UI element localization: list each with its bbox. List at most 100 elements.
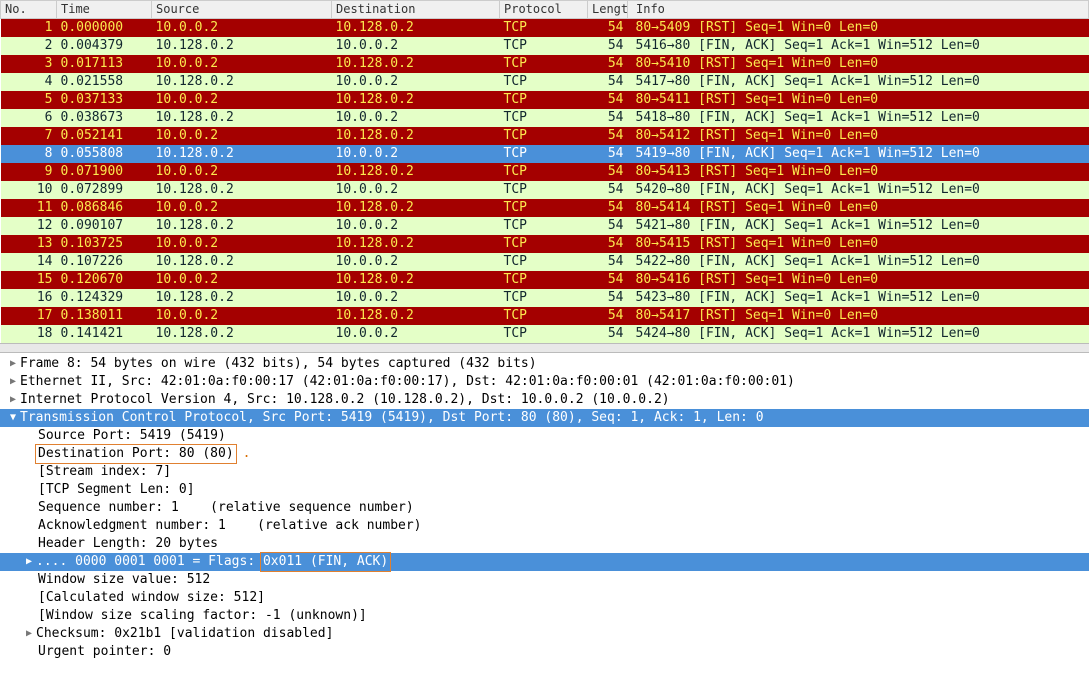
cell-no: 4	[1, 73, 57, 91]
cell-proto: TCP	[500, 73, 588, 91]
packet-row[interactable]: 110.08684610.0.0.210.128.0.2TCP5480→5414…	[1, 199, 1089, 217]
col-len[interactable]: Length	[588, 1, 628, 19]
packet-row[interactable]: 180.14142110.128.0.210.0.0.2TCP545424→80…	[1, 325, 1089, 343]
cell-src: 10.0.0.2	[152, 307, 332, 325]
tree-flags[interactable]: ▶.... 0000 0001 0001 = Flags: 0x011 (FIN…	[0, 553, 1089, 571]
collapse-icon[interactable]: ▼	[6, 411, 20, 425]
cell-proto: TCP	[500, 55, 588, 73]
expand-icon[interactable]: ▶	[6, 393, 20, 407]
col-info[interactable]: Info	[628, 1, 1089, 19]
packet-row[interactable]: 160.12432910.128.0.210.0.0.2TCP545423→80…	[1, 289, 1089, 307]
expand-icon[interactable]: ▶	[6, 357, 20, 371]
packet-row[interactable]: 140.10722610.128.0.210.0.0.2TCP545422→80…	[1, 253, 1089, 271]
col-proto[interactable]: Protocol	[500, 1, 588, 19]
tree-hdr-len[interactable]: Header Length: 20 bytes	[0, 535, 1089, 553]
cell-dst: 10.128.0.2	[332, 163, 500, 181]
expand-icon[interactable]: ▶	[6, 375, 20, 389]
tree-tcp-header[interactable]: ▼Transmission Control Protocol, Src Port…	[0, 409, 1089, 427]
tree-ethernet[interactable]: ▶Ethernet II, Src: 42:01:0a:f0:00:17 (42…	[0, 373, 1089, 391]
pane-divider[interactable]	[0, 343, 1089, 353]
cell-no: 3	[1, 55, 57, 73]
col-no[interactable]: No.	[1, 1, 57, 19]
packet-row[interactable]: 120.09010710.128.0.210.0.0.2TCP545421→80…	[1, 217, 1089, 235]
packet-row[interactable]: 130.10372510.0.0.210.128.0.2TCP5480→5415…	[1, 235, 1089, 253]
packet-row[interactable]: 100.07289910.128.0.210.0.0.2TCP545420→80…	[1, 181, 1089, 199]
tree-src-port[interactable]: Source Port: 5419 (5419)	[0, 427, 1089, 445]
tree-ack[interactable]: Acknowledgment number: 1 (relative ack n…	[0, 517, 1089, 535]
packet-details-tree[interactable]: ▶Frame 8: 54 bytes on wire (432 bits), 5…	[0, 353, 1089, 667]
cell-no: 13	[1, 235, 57, 253]
cell-time: 0.038673	[57, 109, 152, 127]
cell-no: 2	[1, 37, 57, 55]
cell-info: 5424→80 [FIN, ACK] Seq=1 Ack=1 Win=512 L…	[628, 325, 1089, 343]
packet-row[interactable]: 150.12067010.0.0.210.128.0.2TCP5480→5416…	[1, 271, 1089, 289]
cell-time: 0.072899	[57, 181, 152, 199]
packet-row[interactable]: 90.07190010.0.0.210.128.0.2TCP5480→5413 …	[1, 163, 1089, 181]
tree-win-size[interactable]: Window size value: 512	[0, 571, 1089, 589]
cell-proto: TCP	[500, 289, 588, 307]
cell-info: 80→5417 [RST] Seq=1 Win=0 Len=0	[628, 307, 1089, 325]
expand-icon[interactable]: ▶	[22, 627, 36, 641]
cell-time: 0.000000	[57, 19, 152, 37]
col-dst[interactable]: Destination	[332, 1, 500, 19]
tree-seq[interactable]: Sequence number: 1 (relative sequence nu…	[0, 499, 1089, 517]
packet-row[interactable]: 70.05214110.0.0.210.128.0.2TCP5480→5412 …	[1, 127, 1089, 145]
cell-info: 5418→80 [FIN, ACK] Seq=1 Ack=1 Win=512 L…	[628, 109, 1089, 127]
expand-icon[interactable]: ▶	[22, 555, 36, 569]
cell-time: 0.141421	[57, 325, 152, 343]
cell-len: 54	[588, 109, 628, 127]
cell-time: 0.124329	[57, 289, 152, 307]
col-src[interactable]: Source	[152, 1, 332, 19]
packet-row[interactable]: 80.05580810.128.0.210.0.0.2TCP545419→80 …	[1, 145, 1089, 163]
cell-time: 0.120670	[57, 271, 152, 289]
packet-row[interactable]: 50.03713310.0.0.210.128.0.2TCP5480→5411 …	[1, 91, 1089, 109]
cell-len: 54	[588, 91, 628, 109]
cell-no: 9	[1, 163, 57, 181]
packet-list-body[interactable]: 10.00000010.0.0.210.128.0.2TCP5480→5409 …	[1, 19, 1089, 343]
tree-win-scale[interactable]: [Window size scaling factor: -1 (unknown…	[0, 607, 1089, 625]
cell-time: 0.107226	[57, 253, 152, 271]
cell-time: 0.021558	[57, 73, 152, 91]
cell-info: 80→5411 [RST] Seq=1 Win=0 Len=0	[628, 91, 1089, 109]
cell-time: 0.103725	[57, 235, 152, 253]
packet-row[interactable]: 40.02155810.128.0.210.0.0.2TCP545417→80 …	[1, 73, 1089, 91]
cell-src: 10.128.0.2	[152, 253, 332, 271]
cell-dst: 10.0.0.2	[332, 73, 500, 91]
packet-row[interactable]: 20.00437910.128.0.210.0.0.2TCP545416→80 …	[1, 37, 1089, 55]
cell-src: 10.128.0.2	[152, 73, 332, 91]
packet-list-header[interactable]: No. Time Source Destination Protocol Len…	[1, 1, 1089, 19]
cell-len: 54	[588, 127, 628, 145]
tree-dst-port[interactable]: Destination Port: 80 (80).	[0, 445, 1089, 463]
cell-proto: TCP	[500, 235, 588, 253]
cell-proto: TCP	[500, 127, 588, 145]
cell-dst: 10.128.0.2	[332, 91, 500, 109]
cell-info: 80→5416 [RST] Seq=1 Win=0 Len=0	[628, 271, 1089, 289]
tree-calc-win[interactable]: [Calculated window size: 512]	[0, 589, 1089, 607]
cell-no: 15	[1, 271, 57, 289]
packet-row[interactable]: 60.03867310.128.0.210.0.0.2TCP545418→80 …	[1, 109, 1089, 127]
tree-checksum[interactable]: ▶Checksum: 0x21b1 [validation disabled]	[0, 625, 1089, 643]
cell-info: 80→5410 [RST] Seq=1 Win=0 Len=0	[628, 55, 1089, 73]
tree-seg-len[interactable]: [TCP Segment Len: 0]	[0, 481, 1089, 499]
cell-time: 0.004379	[57, 37, 152, 55]
cell-proto: TCP	[500, 307, 588, 325]
cell-time: 0.071900	[57, 163, 152, 181]
col-time[interactable]: Time	[57, 1, 152, 19]
cell-time: 0.017113	[57, 55, 152, 73]
packet-row[interactable]: 30.01711310.0.0.210.128.0.2TCP5480→5410 …	[1, 55, 1089, 73]
tree-ip[interactable]: ▶Internet Protocol Version 4, Src: 10.12…	[0, 391, 1089, 409]
packet-list-table[interactable]: No. Time Source Destination Protocol Len…	[0, 0, 1089, 343]
tree-stream-index[interactable]: [Stream index: 7]	[0, 463, 1089, 481]
cell-len: 54	[588, 55, 628, 73]
tree-urgent[interactable]: Urgent pointer: 0	[0, 643, 1089, 661]
cell-info: 80→5412 [RST] Seq=1 Win=0 Len=0	[628, 127, 1089, 145]
highlight-flags: 0x011 (FIN, ACK)	[260, 552, 391, 572]
tree-frame[interactable]: ▶Frame 8: 54 bytes on wire (432 bits), 5…	[0, 355, 1089, 373]
cell-src: 10.0.0.2	[152, 235, 332, 253]
packet-row[interactable]: 170.13801110.0.0.210.128.0.2TCP5480→5417…	[1, 307, 1089, 325]
cell-proto: TCP	[500, 145, 588, 163]
packet-row[interactable]: 10.00000010.0.0.210.128.0.2TCP5480→5409 …	[1, 19, 1089, 37]
cell-src: 10.128.0.2	[152, 145, 332, 163]
cell-dst: 10.128.0.2	[332, 19, 500, 37]
cell-info: 80→5413 [RST] Seq=1 Win=0 Len=0	[628, 163, 1089, 181]
